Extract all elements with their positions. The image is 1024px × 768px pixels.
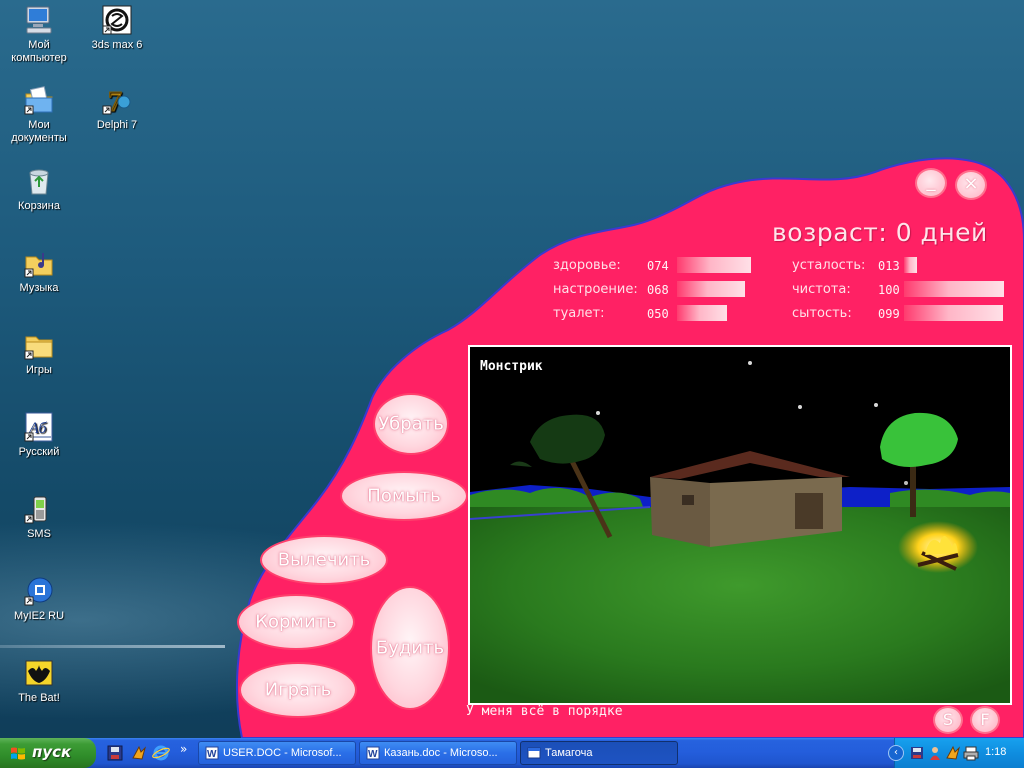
- taskbar-item-label: Казань.doc - Microso...: [384, 747, 498, 759]
- star: [798, 405, 802, 409]
- stat-fatigue: усталость: 013: [792, 257, 1007, 275]
- svg-text:W: W: [368, 749, 378, 760]
- play-button[interactable]: Играть: [239, 662, 357, 718]
- close-button[interactable]: ×: [955, 170, 987, 200]
- star: [596, 411, 600, 415]
- system-tray: 1:18: [894, 738, 1024, 768]
- stat-mood: настроение: 068: [553, 281, 753, 299]
- feed-button[interactable]: Кормить: [237, 594, 355, 650]
- pet-name: Монстрик: [480, 359, 543, 374]
- taskbar-item-user-doc[interactable]: W USER.DOC - Microsof...: [198, 741, 356, 765]
- status-message: У меня всё в порядке: [466, 704, 623, 719]
- stat-toilet: туалет: 050: [553, 305, 753, 323]
- stat-label: усталость:: [792, 258, 866, 273]
- taskbar-item-tamagocha[interactable]: Тамагоча: [520, 741, 678, 765]
- stat-value: 013: [878, 259, 900, 273]
- heal-button-label: Вылечить: [277, 549, 371, 571]
- stat-health: здоровье: 074: [553, 257, 753, 275]
- age-label: возраст: 0 дней: [772, 218, 988, 247]
- stat-label: туалет:: [553, 306, 605, 321]
- internet-explorer-icon[interactable]: [152, 744, 170, 762]
- wake-button[interactable]: Будить: [370, 586, 450, 710]
- sound-button[interactable]: S: [933, 706, 963, 734]
- stat-satiety: сытость: 099: [792, 305, 1007, 323]
- heal-button[interactable]: Вылечить: [260, 535, 388, 585]
- close-icon: ×: [963, 173, 979, 194]
- taskbar-item-label: Тамагоча: [545, 747, 593, 759]
- scene-3d: [470, 347, 1010, 703]
- stat-bar: [677, 257, 751, 273]
- taskbar-item-kazan-doc[interactable]: W Казань.doc - Microso...: [359, 741, 517, 765]
- stat-label: настроение:: [553, 282, 638, 297]
- play-button-label: Играть: [264, 679, 332, 701]
- word-doc-icon: W: [205, 746, 219, 760]
- stat-label: чистота:: [792, 282, 851, 297]
- save-disk-icon[interactable]: [106, 744, 124, 762]
- stat-bar: [677, 281, 745, 297]
- svg-text:W: W: [207, 749, 217, 760]
- winamp-tray-icon[interactable]: [945, 745, 961, 761]
- star: [904, 481, 908, 485]
- stat-bar: [904, 305, 1003, 321]
- stat-cleanliness: чистота: 100: [792, 281, 1007, 299]
- stat-label: сытость:: [792, 306, 852, 321]
- word-doc-icon: W: [366, 746, 380, 760]
- stat-value: 099: [878, 307, 900, 321]
- stat-bar: [677, 305, 727, 321]
- stat-bar: [904, 281, 1004, 297]
- stat-value: 068: [647, 283, 669, 297]
- stat-value: 050: [647, 307, 669, 321]
- clean-button-label: Убрать: [378, 413, 444, 435]
- star: [748, 361, 752, 365]
- wash-button-label: Помыть: [367, 485, 441, 507]
- wake-button-label: Будить: [375, 637, 445, 659]
- quick-launch-expand[interactable]: »: [180, 742, 187, 756]
- sound-button-label: S: [942, 710, 954, 729]
- star: [874, 403, 878, 407]
- taskbar: пуск » W USER.DOC - Microsof... W Казань…: [0, 738, 1024, 768]
- taskbar-item-label: USER.DOC - Microsof...: [223, 747, 342, 759]
- clock[interactable]: 1:18: [985, 746, 1006, 758]
- stat-bar: [904, 257, 917, 273]
- start-button[interactable]: пуск: [0, 738, 96, 768]
- stat-value: 100: [878, 283, 900, 297]
- fullscreen-button[interactable]: F: [970, 706, 1000, 734]
- fullscreen-button-label: F: [980, 710, 990, 729]
- window-icon: [527, 747, 541, 759]
- feed-button-label: Кормить: [255, 611, 337, 633]
- scene-viewport[interactable]: Монстрик: [468, 345, 1012, 705]
- windows-logo-icon: [11, 747, 25, 760]
- winamp-icon[interactable]: [130, 744, 148, 762]
- start-label: пуск: [32, 743, 72, 761]
- user-tray-icon[interactable]: [927, 745, 943, 761]
- stat-label: здоровье:: [553, 258, 621, 273]
- clean-button[interactable]: Убрать: [373, 393, 449, 455]
- printer-tray-icon[interactable]: [963, 745, 979, 761]
- chevron-left-icon: ‹: [894, 747, 898, 758]
- wash-button[interactable]: Помыть: [340, 471, 468, 521]
- minimize-button[interactable]: _: [915, 168, 947, 198]
- tray-expand-button[interactable]: ‹: [888, 745, 904, 761]
- minimize-icon: _: [926, 171, 936, 192]
- tamagochi-window: _ × возраст: 0 дней здоровье: 074 настро…: [0, 0, 1024, 738]
- disk-tray-icon[interactable]: [909, 745, 925, 761]
- stat-value: 074: [647, 259, 669, 273]
